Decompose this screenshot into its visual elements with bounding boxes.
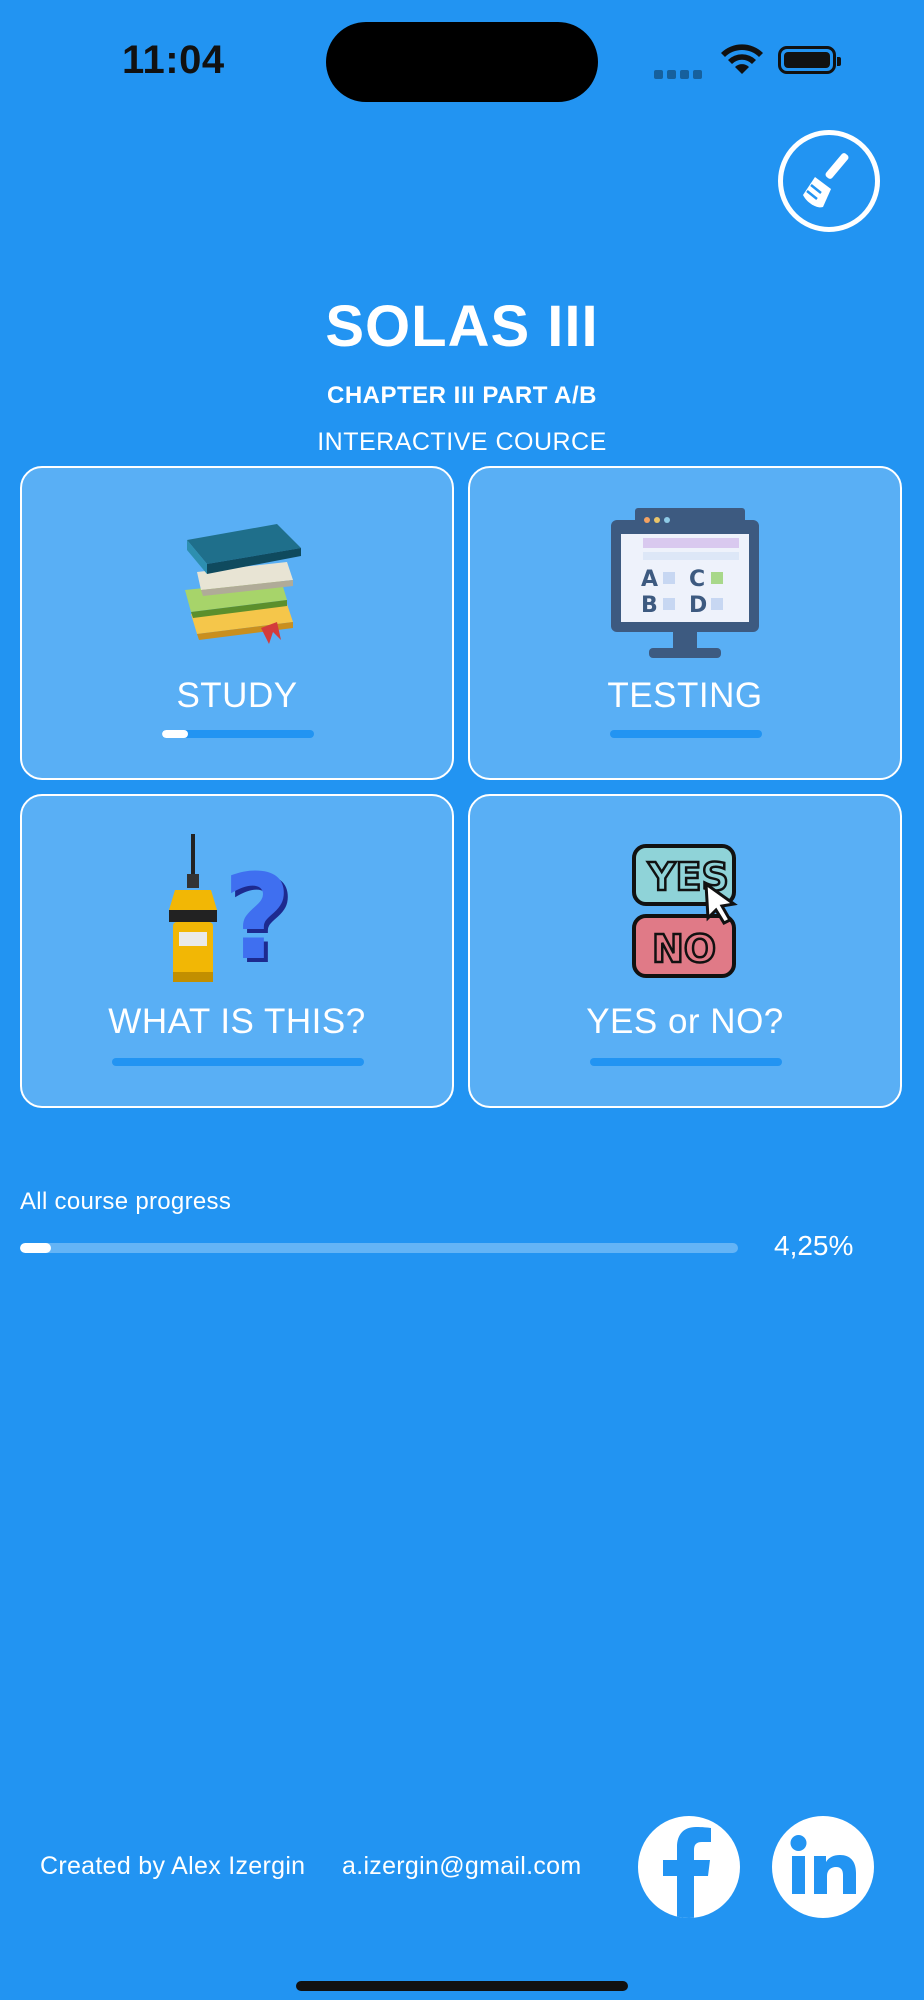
facebook-icon bbox=[663, 1827, 711, 1918]
books-icon bbox=[185, 524, 301, 644]
home-indicator bbox=[296, 1981, 628, 1991]
svg-text:B: B bbox=[641, 593, 658, 618]
app-subtitle: CHAPTER III PART A/B bbox=[326, 382, 597, 409]
course-progress-label: All course progress bbox=[20, 1188, 232, 1215]
what-is-this-card-label: WHAT IS THIS? bbox=[108, 1002, 366, 1041]
testing-progress-bar bbox=[610, 730, 762, 738]
facebook-button[interactable] bbox=[638, 1816, 740, 1918]
footer-email-link[interactable]: a.izergin@gmail.com bbox=[342, 1852, 582, 1881]
study-progress-bar bbox=[162, 730, 314, 738]
status-bar: 11:04 bbox=[0, 0, 924, 120]
footer-credit: Created by Alex Izergin bbox=[40, 1852, 306, 1880]
testing-card-label: TESTING bbox=[607, 676, 763, 715]
svg-text:?: ? bbox=[223, 848, 291, 986]
svg-text:A: A bbox=[641, 567, 658, 592]
what-is-this-progress-bar bbox=[112, 1058, 364, 1066]
battery-icon bbox=[778, 46, 841, 74]
yes-or-no-progress-bar bbox=[590, 1058, 782, 1066]
monitor-quiz-icon: A C B D bbox=[611, 508, 759, 658]
yes-or-no-card-label: YES or NO? bbox=[586, 1002, 784, 1041]
wifi-icon bbox=[721, 44, 763, 74]
what-is-this-card[interactable]: ? ? WHAT IS THIS? bbox=[20, 794, 454, 1108]
study-card-label: STUDY bbox=[176, 676, 298, 715]
svg-text:C: C bbox=[689, 567, 705, 592]
cellular-signal-icon bbox=[654, 66, 706, 84]
svg-text:NO: NO bbox=[652, 927, 716, 971]
status-icons bbox=[654, 42, 844, 82]
course-progress-bar bbox=[20, 1243, 738, 1253]
dynamic-island bbox=[326, 22, 598, 102]
epirb-question-icon: ? ? bbox=[169, 834, 295, 986]
broom-icon bbox=[803, 153, 849, 208]
study-progress-fill bbox=[162, 730, 188, 738]
header: SOLAS III CHAPTER III PART A/B INTERACTI… bbox=[0, 292, 924, 457]
linkedin-icon bbox=[790, 1835, 856, 1894]
app-title: SOLAS III bbox=[325, 294, 599, 359]
course-progress-fill bbox=[20, 1243, 51, 1253]
svg-text:D: D bbox=[689, 593, 707, 618]
clean-progress-button[interactable] bbox=[778, 130, 880, 232]
linkedin-button[interactable] bbox=[772, 1816, 874, 1918]
yes-no-icon: YES NO bbox=[632, 844, 738, 978]
status-time: 11:04 bbox=[122, 38, 225, 82]
course-progress-value: 4,25% bbox=[774, 1230, 854, 1261]
testing-card[interactable]: A C B D TESTING bbox=[468, 466, 902, 780]
study-card[interactable]: STUDY bbox=[20, 466, 454, 780]
yes-or-no-card[interactable]: YES NO YES or NO? bbox=[468, 794, 902, 1108]
app-tagline: INTERACTIVE COURCE bbox=[317, 428, 607, 456]
